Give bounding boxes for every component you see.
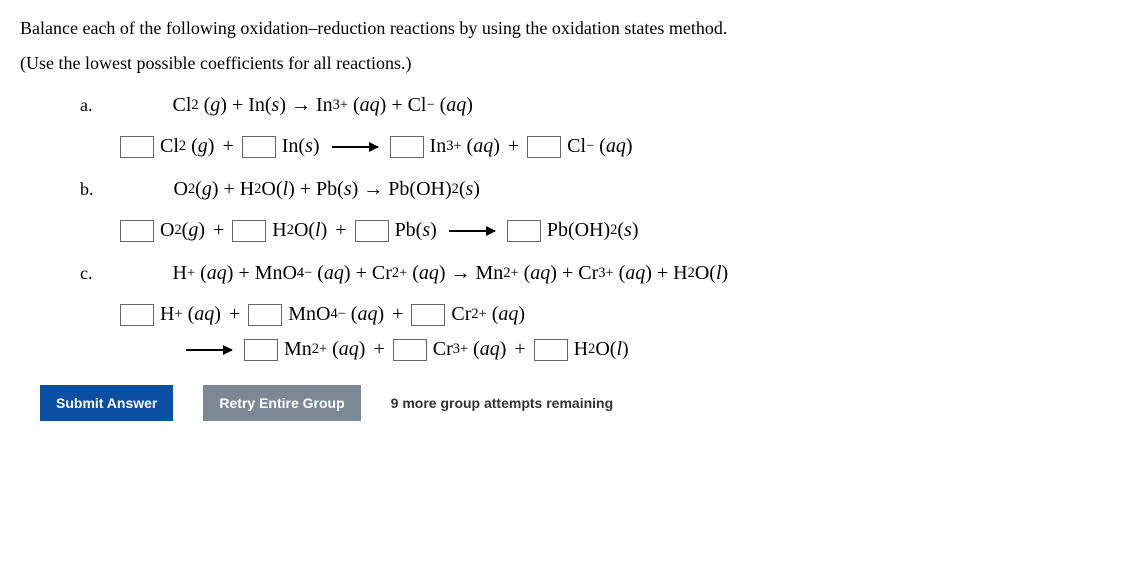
coef-c-cr2[interactable] bbox=[411, 304, 445, 326]
plus-icon: + bbox=[508, 135, 519, 158]
plus-icon: + bbox=[514, 338, 525, 361]
coef-c-h[interactable] bbox=[120, 304, 154, 326]
problem-b: b. O2(g) + H2O(l) + Pb(s) → Pb(OH)2(s) O… bbox=[80, 178, 1111, 242]
term-c-h2o: H2O(l) bbox=[574, 338, 629, 361]
term-b-h2o: H2O(l) bbox=[272, 219, 327, 242]
plus-icon: + bbox=[213, 219, 224, 242]
part-label-a: a. bbox=[80, 95, 93, 116]
term-b-pb: Pb(s) bbox=[395, 219, 437, 242]
coef-c-cr3[interactable] bbox=[393, 339, 427, 361]
term-c-h: H+ (aq) bbox=[160, 303, 221, 326]
plus-icon: + bbox=[392, 303, 403, 326]
term-c-cr2: Cr2+ (aq) bbox=[451, 303, 525, 326]
term-b-o2: O2(g) bbox=[160, 219, 205, 242]
hint-text: (Use the lowest possible coefficients fo… bbox=[20, 53, 1111, 74]
part-label-b: b. bbox=[80, 179, 94, 200]
coef-b-o2[interactable] bbox=[120, 220, 154, 242]
equation-b-given: O2(g) + H2O(l) + Pb(s) → Pb(OH)2(s) bbox=[174, 178, 480, 201]
coef-c-mn2[interactable] bbox=[244, 339, 278, 361]
coef-c-mno4[interactable] bbox=[248, 304, 282, 326]
equation-c-given: H+ (aq) + MnO4− (aq) + Cr2+ (aq) → Mn2+ … bbox=[173, 262, 729, 285]
term-b-pboh2: Pb(OH)2(s) bbox=[547, 219, 639, 242]
plus-icon: + bbox=[229, 303, 240, 326]
coef-a-cl2[interactable] bbox=[120, 136, 154, 158]
arrow-icon bbox=[186, 349, 232, 351]
instruction-text: Balance each of the following oxidation–… bbox=[20, 18, 1111, 39]
coef-c-h2o[interactable] bbox=[534, 339, 568, 361]
plus-icon: + bbox=[222, 135, 233, 158]
arrow-icon bbox=[449, 230, 495, 232]
term-a-cl2: Cl2 (g) bbox=[160, 135, 214, 158]
term-a-cl: Cl− (aq) bbox=[567, 135, 632, 158]
equation-c-input: H+ (aq) + MnO4− (aq) + Cr2+ (aq) Mn2+ (a… bbox=[120, 303, 1111, 361]
equation-a-given: Cl2 (g) + In(s) → In3+ (aq) + Cl− (aq) bbox=[173, 94, 473, 117]
plus-icon: + bbox=[373, 338, 384, 361]
term-c-cr3: Cr3+ (aq) bbox=[433, 338, 507, 361]
coef-b-h2o[interactable] bbox=[232, 220, 266, 242]
plus-icon: + bbox=[335, 219, 346, 242]
button-row: Submit Answer Retry Entire Group 9 more … bbox=[40, 385, 1111, 421]
submit-button[interactable]: Submit Answer bbox=[40, 385, 173, 421]
coef-a-in[interactable] bbox=[242, 136, 276, 158]
attempts-remaining: 9 more group attempts remaining bbox=[391, 395, 613, 411]
coef-b-pb[interactable] bbox=[355, 220, 389, 242]
arrow-icon bbox=[332, 146, 378, 148]
term-c-mno4: MnO4− (aq) bbox=[288, 303, 384, 326]
coef-a-in3[interactable] bbox=[390, 136, 424, 158]
term-a-in: In(s) bbox=[282, 135, 320, 158]
term-a-in3: In3+ (aq) bbox=[430, 135, 500, 158]
equation-a-input: Cl2 (g) + In(s) In3+ (aq) + Cl− (aq) bbox=[120, 135, 1111, 158]
coef-a-cl[interactable] bbox=[527, 136, 561, 158]
retry-button[interactable]: Retry Entire Group bbox=[203, 385, 360, 421]
part-label-c: c. bbox=[80, 263, 93, 284]
problem-c: c. H+ (aq) + MnO4− (aq) + Cr2+ (aq) → Mn… bbox=[80, 262, 1111, 361]
coef-b-pboh2[interactable] bbox=[507, 220, 541, 242]
problem-a: a. Cl2 (g) + In(s) → In3+ (aq) + Cl− (aq… bbox=[80, 94, 1111, 158]
equation-b-input: O2(g) + H2O(l) + Pb(s) Pb(OH)2(s) bbox=[120, 219, 1111, 242]
term-c-mn2: Mn2+ (aq) bbox=[284, 338, 365, 361]
